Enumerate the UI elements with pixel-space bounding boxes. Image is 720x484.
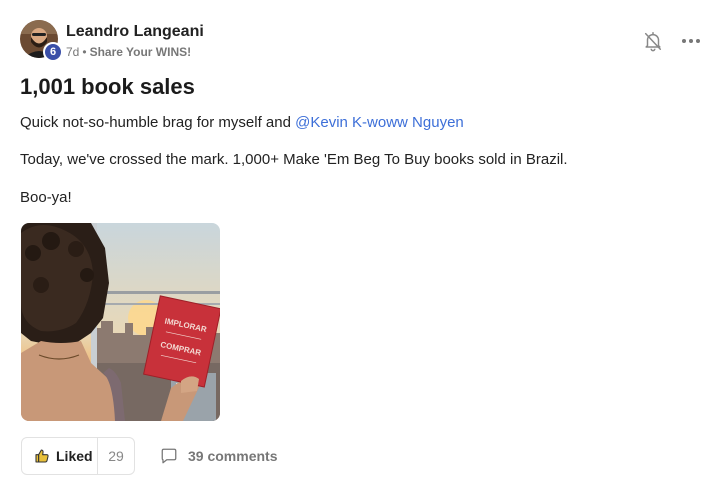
comments-button[interactable]: 39 comments	[160, 447, 277, 465]
post-paragraph: Boo-ya!	[20, 189, 72, 206]
post-meta: 7d • Share Your WINS!	[66, 45, 191, 59]
more-horizontal-icon[interactable]	[680, 33, 702, 49]
author-avatar[interactable]: 6	[20, 20, 63, 62]
time-ago: 7d	[66, 45, 80, 59]
like-label: Liked	[56, 448, 93, 464]
user-mention-link[interactable]: @Kevin K-woww Nguyen	[295, 114, 464, 131]
post-card: 6 Leandro Langeani 7d • Share Your WINS! 1…	[0, 0, 720, 484]
post-image[interactable]: IMPLORAR COMPRAR	[21, 223, 220, 421]
book-photo: IMPLORAR COMPRAR	[21, 223, 220, 421]
level-badge: 6	[43, 42, 63, 62]
post-title: 1,001 book sales	[20, 74, 195, 99]
comments-count-label: 39 comments	[188, 448, 278, 464]
bell-off-icon[interactable]	[642, 30, 664, 52]
like-count[interactable]: 29	[98, 448, 134, 464]
like-button[interactable]: Liked 29	[21, 437, 135, 475]
category-link[interactable]: Share Your WINS!	[90, 45, 192, 59]
meta-separator: •	[82, 45, 87, 59]
post-paragraph: Today, we've crossed the mark. 1,000+ Ma…	[20, 151, 568, 168]
like-toggle[interactable]: Liked	[22, 438, 98, 474]
paragraph-text: Quick not-so-humble brag for myself and	[20, 114, 296, 131]
thumbs-up-icon	[35, 449, 49, 463]
post-paragraph: Quick not-so-humble brag for myself and …	[20, 114, 464, 131]
author-name[interactable]: Leandro Langeani	[66, 23, 204, 41]
comment-bubble-icon	[161, 448, 177, 464]
